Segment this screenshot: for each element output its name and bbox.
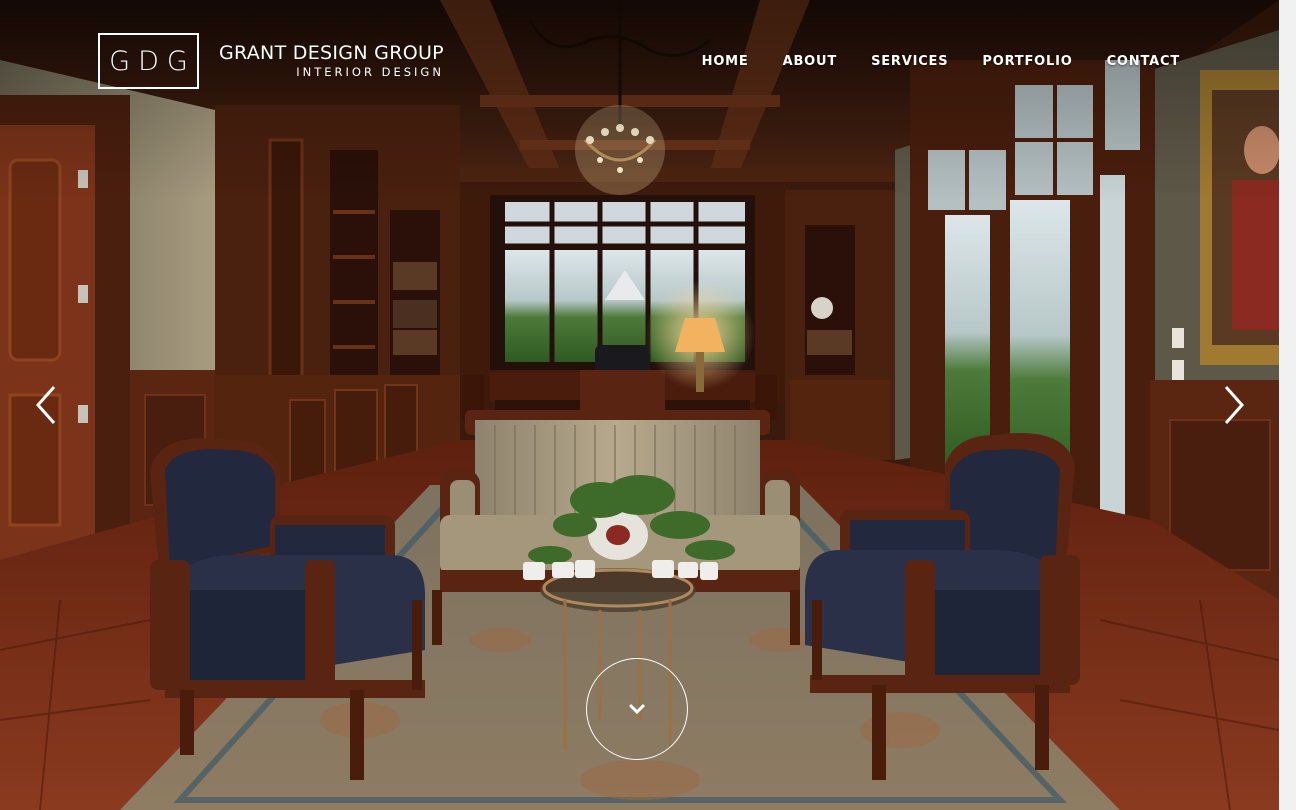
scroll-down-button[interactable] bbox=[586, 658, 688, 760]
chevron-left-icon bbox=[35, 386, 56, 424]
slider-prev-button[interactable] bbox=[34, 384, 58, 426]
chevron-down-icon bbox=[628, 703, 646, 715]
nav-portfolio[interactable]: PORTFOLIO bbox=[982, 54, 1072, 69]
chevron-right-icon bbox=[1224, 386, 1245, 424]
brand-logo[interactable]: GDG GRANT DESIGN GROUP INTERIOR DESIGN bbox=[98, 33, 444, 89]
main-nav: HOME ABOUT SERVICES PORTFOLIO CONTACT bbox=[668, 54, 1180, 69]
slider-next-button[interactable] bbox=[1222, 384, 1246, 426]
hero-slider: GDG GRANT DESIGN GROUP INTERIOR DESIGN H… bbox=[0, 0, 1279, 810]
nav-about[interactable]: ABOUT bbox=[783, 54, 837, 69]
logo-wordmark: GRANT DESIGN GROUP INTERIOR DESIGN bbox=[219, 42, 444, 80]
page: GDG GRANT DESIGN GROUP INTERIOR DESIGN H… bbox=[0, 0, 1296, 810]
page-scrollbar[interactable] bbox=[1279, 0, 1296, 810]
nav-home[interactable]: HOME bbox=[702, 54, 749, 69]
logo-monogram: GDG bbox=[98, 33, 199, 89]
brand-tagline: INTERIOR DESIGN bbox=[296, 65, 444, 79]
nav-services[interactable]: SERVICES bbox=[871, 54, 948, 69]
brand-name: GRANT DESIGN GROUP bbox=[219, 42, 444, 64]
nav-contact[interactable]: CONTACT bbox=[1107, 54, 1180, 69]
